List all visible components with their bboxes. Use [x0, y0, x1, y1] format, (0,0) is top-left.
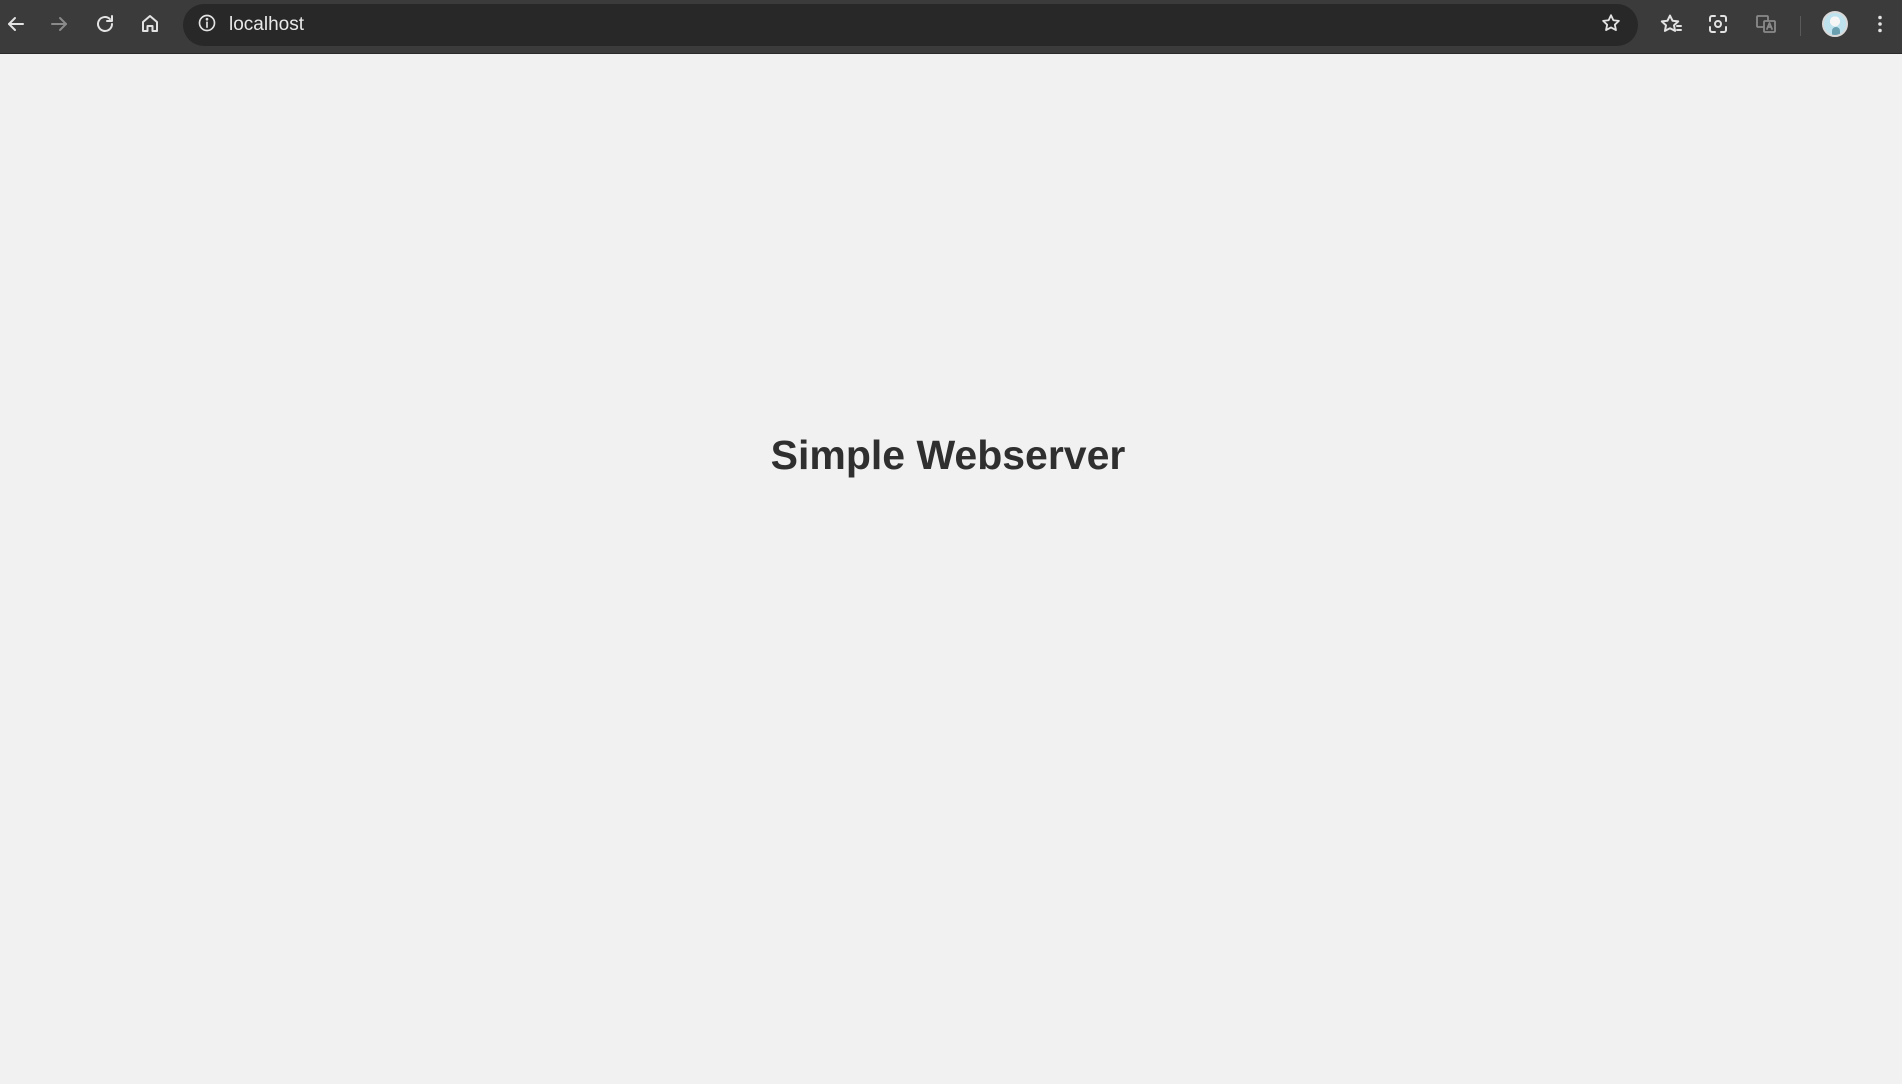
reload-icon — [93, 12, 117, 41]
star-list-icon — [1659, 12, 1683, 41]
kebab-menu-icon — [1868, 12, 1892, 41]
reload-button[interactable] — [86, 7, 124, 45]
avatar[interactable] — [1822, 11, 1848, 37]
address-bar[interactable]: localhost — [183, 4, 1638, 46]
bookmarks-manager-button[interactable] — [1652, 7, 1690, 45]
back-arrow-icon — [4, 12, 28, 41]
browser-toolbar: localhost — [0, 0, 1902, 54]
screenshot-button[interactable] — [1699, 7, 1737, 45]
url-text[interactable]: localhost — [229, 4, 304, 46]
star-icon — [1600, 12, 1622, 39]
toolbar-divider — [1800, 16, 1801, 36]
bookmark-button[interactable] — [1594, 8, 1628, 42]
site-info-button[interactable] — [192, 10, 222, 40]
info-icon — [197, 13, 217, 38]
translate-button[interactable] — [1747, 7, 1785, 45]
screenshot-icon — [1706, 12, 1730, 41]
page-title: Simple Webserver — [770, 432, 1126, 478]
page-content: Simple Webserver — [0, 54, 1902, 1084]
forward-arrow-icon — [47, 12, 71, 41]
home-icon — [138, 12, 162, 41]
home-button[interactable] — [131, 7, 169, 45]
back-button[interactable] — [0, 7, 35, 45]
menu-button[interactable] — [1861, 7, 1899, 45]
forward-button[interactable] — [40, 7, 78, 45]
translate-icon — [1754, 12, 1778, 41]
